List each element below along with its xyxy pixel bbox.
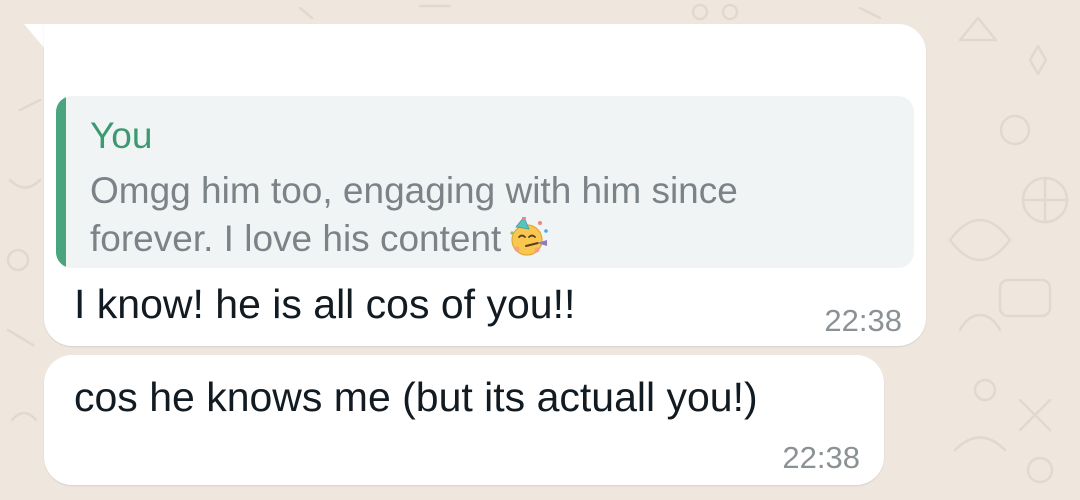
partying-face-emoji-icon — [510, 217, 549, 256]
message-text: I know! he is all cos of you!! — [74, 281, 576, 327]
quoted-reply[interactable]: You Omgg him too, engaging with him sinc… — [56, 96, 914, 268]
message-timestamp: 22:38 — [824, 303, 902, 338]
quoted-reply-body: Omgg him too, engaging with him since fo… — [90, 167, 870, 263]
message-timestamp: 22:38 — [782, 440, 860, 475]
message-bubble-received[interactable]: You Omgg him too, engaging with him sinc… — [44, 24, 926, 346]
quoted-reply-text: Omgg him too, engaging with him since fo… — [90, 170, 738, 259]
bubble-tail — [24, 24, 46, 50]
message-bubble-received[interactable]: cos he knows me (but its actuall you!) 2… — [44, 355, 884, 485]
quoted-reply-author: You — [90, 115, 153, 156]
message-text: cos he knows me (but its actuall you!) — [74, 374, 758, 420]
quote-accent-bar — [56, 96, 66, 268]
